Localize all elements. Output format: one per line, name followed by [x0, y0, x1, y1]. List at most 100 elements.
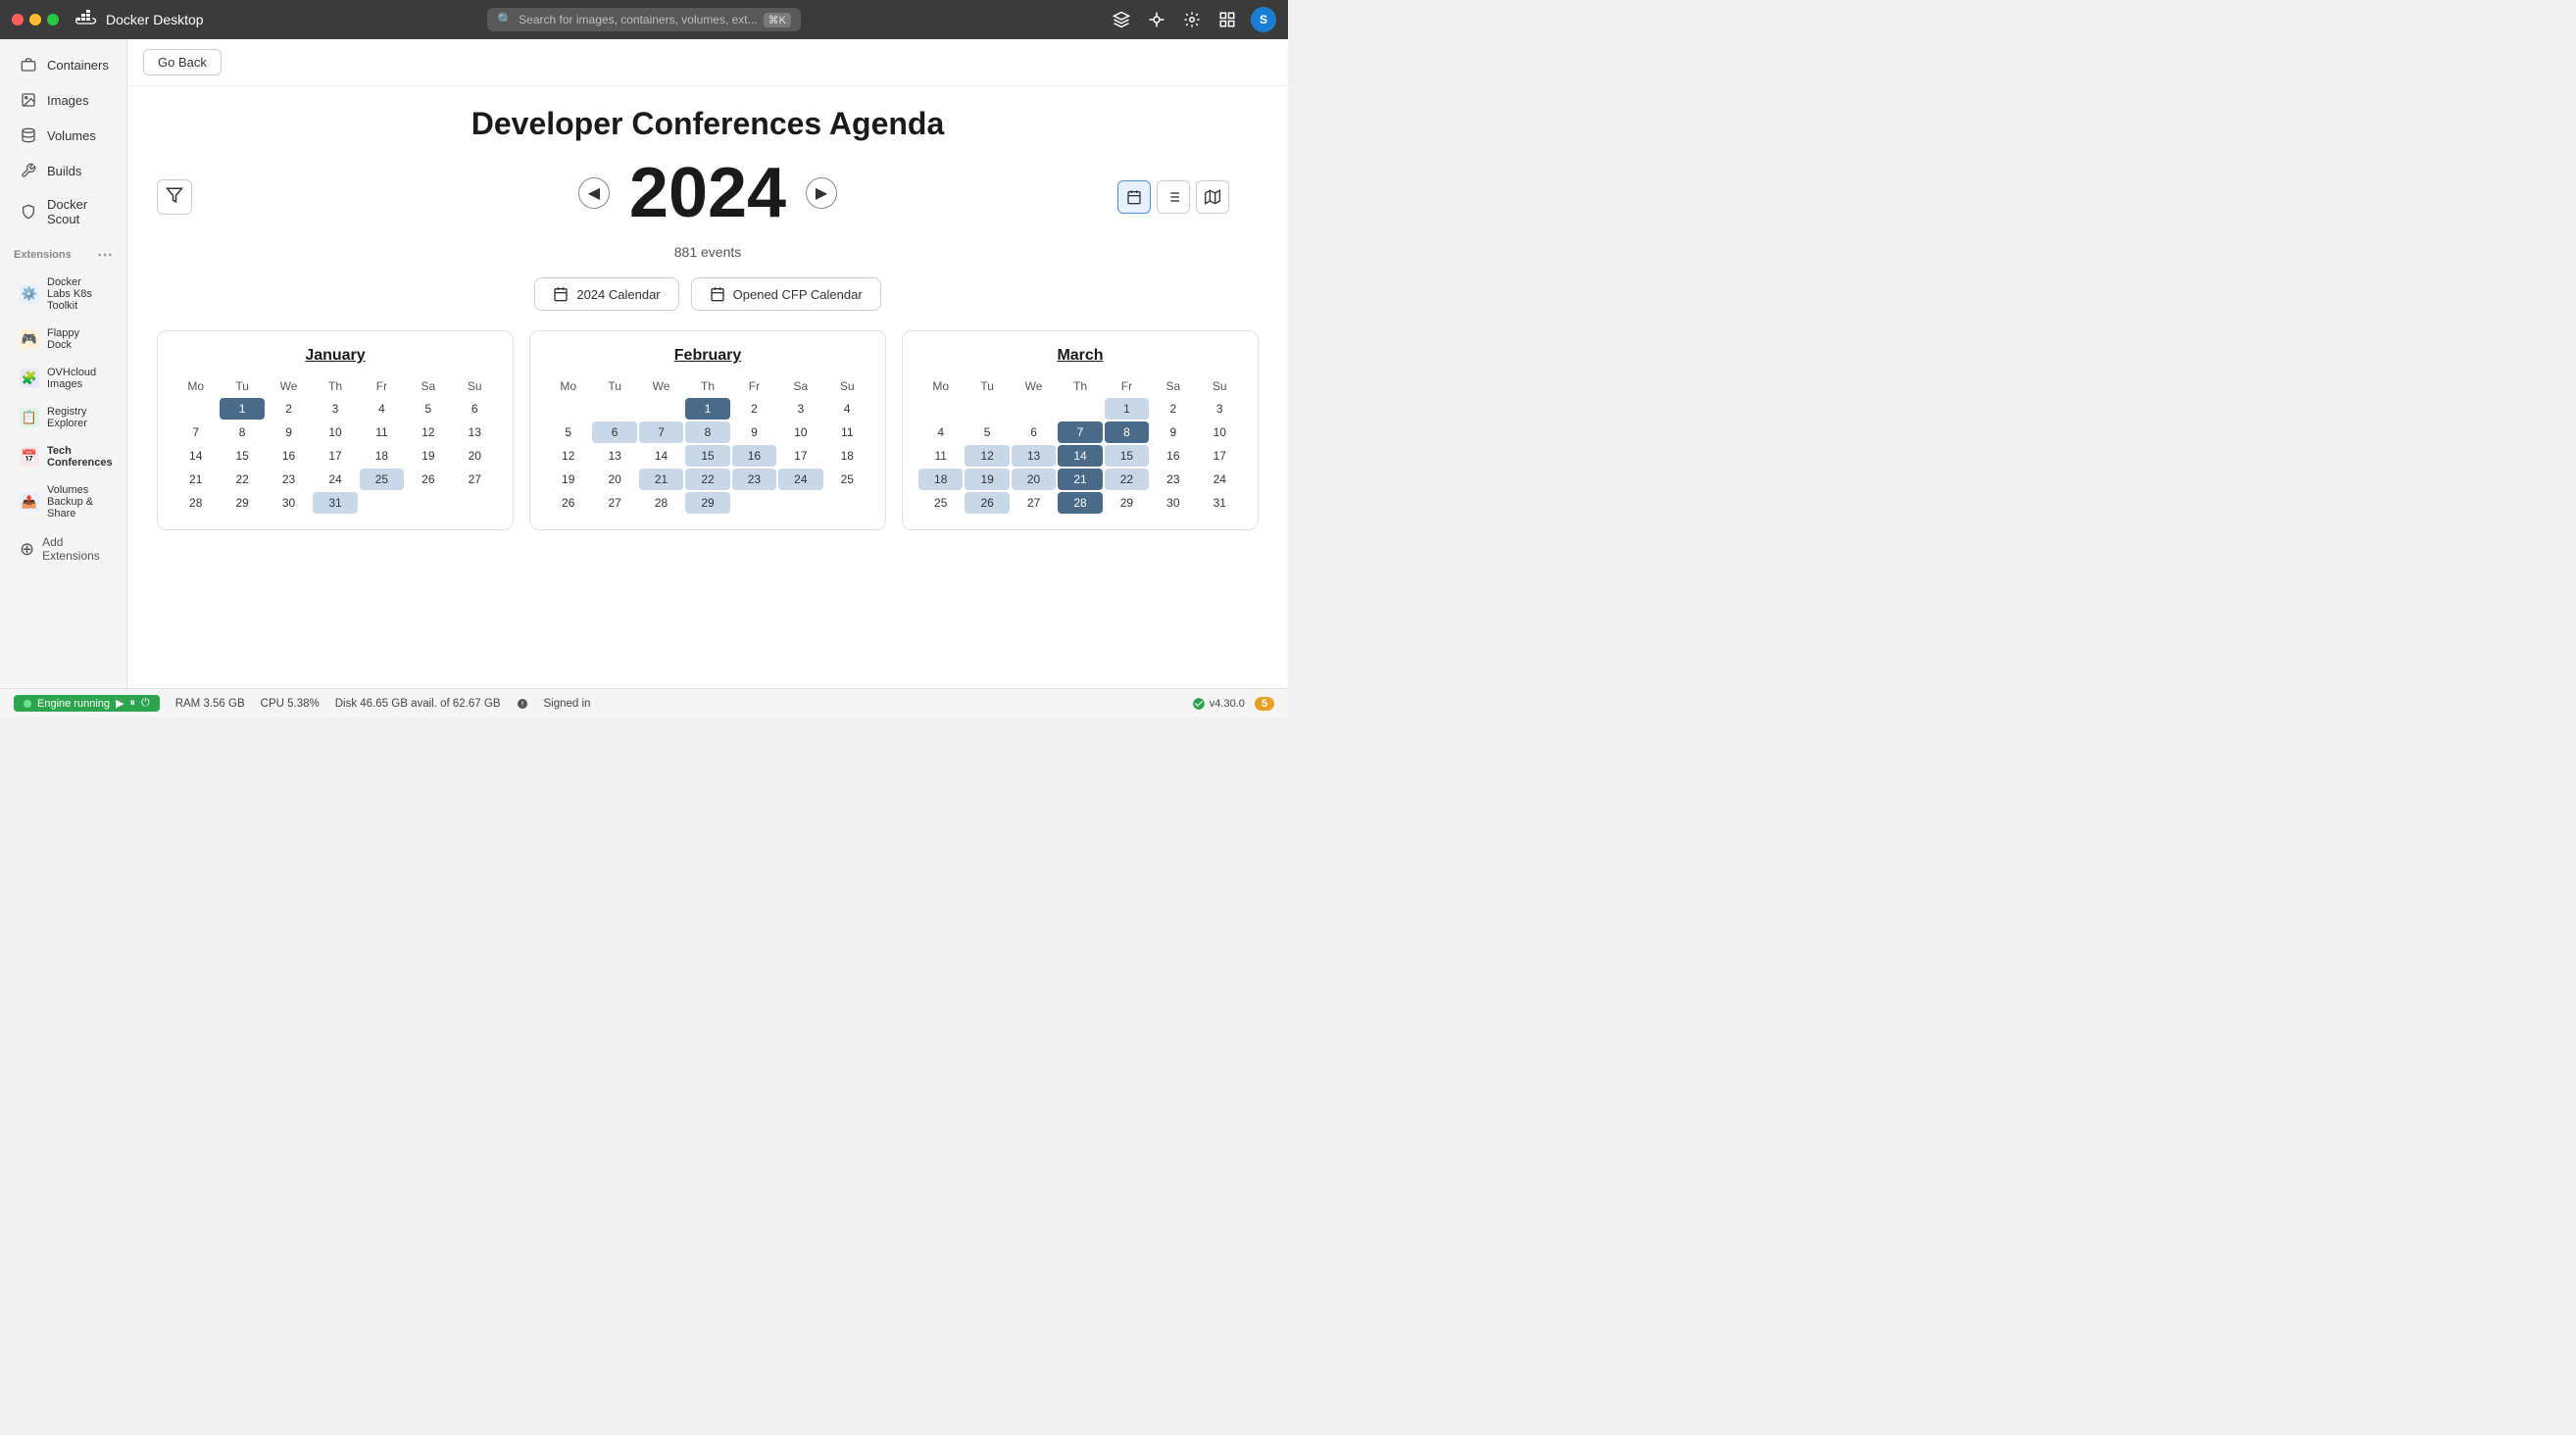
add-extensions-item[interactable]: ⊕ Add Extensions: [6, 528, 121, 569]
year-next-button[interactable]: ▶: [806, 177, 837, 209]
cal-day[interactable]: 25: [360, 469, 404, 490]
cal-day[interactable]: 6: [453, 398, 497, 420]
cal-day[interactable]: 26: [546, 492, 590, 514]
go-back-button[interactable]: Go Back: [143, 49, 222, 75]
ext-item-k8s[interactable]: ⚙️ Docker Labs K8s Toolkit: [6, 270, 121, 319]
cal-day[interactable]: 18: [825, 445, 869, 467]
minimize-button[interactable]: [29, 14, 41, 25]
cal-day[interactable]: 29: [220, 492, 264, 514]
cal-day[interactable]: 14: [173, 445, 218, 467]
notifications-badge[interactable]: 5: [1255, 697, 1274, 711]
cal-day[interactable]: 21: [1058, 469, 1102, 490]
cal-day[interactable]: 7: [173, 421, 218, 443]
cal-day[interactable]: 27: [1012, 492, 1056, 514]
learn-icon[interactable]: [1110, 8, 1133, 31]
cal-day[interactable]: 17: [778, 445, 822, 467]
list-view-button[interactable]: [1157, 180, 1190, 214]
cal-day[interactable]: 17: [1198, 445, 1242, 467]
cal-day[interactable]: 2: [732, 398, 776, 420]
cal-day[interactable]: 15: [685, 445, 729, 467]
cal-day[interactable]: 24: [1198, 469, 1242, 490]
cal-day[interactable]: 1: [685, 398, 729, 420]
cal-day[interactable]: 13: [453, 421, 497, 443]
cal-day[interactable]: 6: [1012, 421, 1056, 443]
cal-day[interactable]: 27: [453, 469, 497, 490]
cal-day[interactable]: 19: [546, 469, 590, 490]
cal-day[interactable]: 30: [267, 492, 311, 514]
cal-day[interactable]: 29: [1105, 492, 1149, 514]
cal-day[interactable]: 27: [592, 492, 636, 514]
cal-day[interactable]: 8: [685, 421, 729, 443]
cal-day[interactable]: 21: [173, 469, 218, 490]
cal-day[interactable]: 4: [825, 398, 869, 420]
ext-item-ovh[interactable]: 🧩 OVHcloud Images: [6, 360, 121, 397]
cal-day[interactable]: 20: [592, 469, 636, 490]
maximize-button[interactable]: [47, 14, 59, 25]
sidebar-item-images[interactable]: Images: [6, 83, 121, 117]
cal-day[interactable]: 30: [1151, 492, 1195, 514]
cal-day[interactable]: 22: [685, 469, 729, 490]
cal-day[interactable]: 1: [1105, 398, 1149, 420]
cal-day[interactable]: 26: [965, 492, 1009, 514]
cal-day[interactable]: 8: [220, 421, 264, 443]
cal-day[interactable]: 15: [220, 445, 264, 467]
sidebar-item-builds[interactable]: Builds: [6, 154, 121, 187]
cal-day[interactable]: 29: [685, 492, 729, 514]
cal-day[interactable]: 3: [313, 398, 357, 420]
ext-item-registry[interactable]: 📋 Registry Explorer: [6, 399, 121, 436]
cal-day[interactable]: 11: [918, 445, 963, 467]
bug-icon[interactable]: [1145, 8, 1168, 31]
year-prev-button[interactable]: ◀: [578, 177, 610, 209]
extensions-menu-icon[interactable]: ⋯: [97, 245, 113, 265]
cal-day[interactable]: 20: [1012, 469, 1056, 490]
cal-day[interactable]: 31: [313, 492, 357, 514]
cal-day[interactable]: 13: [1012, 445, 1056, 467]
engine-status[interactable]: Engine running ▶ ⏸ ⏻: [14, 695, 160, 712]
cal-day[interactable]: 10: [1198, 421, 1242, 443]
settings-icon[interactable]: [1180, 8, 1204, 31]
cal-day[interactable]: 22: [220, 469, 264, 490]
ext-item-tech-conf[interactable]: 📅 Tech Conferences: [6, 438, 121, 475]
cal-day[interactable]: 3: [1198, 398, 1242, 420]
sidebar-item-volumes[interactable]: Volumes: [6, 119, 121, 152]
cal-day[interactable]: 16: [267, 445, 311, 467]
cal-day[interactable]: 5: [546, 421, 590, 443]
cal-day[interactable]: 10: [778, 421, 822, 443]
cal-day[interactable]: 5: [406, 398, 450, 420]
cal-day[interactable]: 12: [965, 445, 1009, 467]
map-view-button[interactable]: [1196, 180, 1229, 214]
cal-day[interactable]: 25: [918, 492, 963, 514]
cal-day[interactable]: 21: [639, 469, 683, 490]
close-button[interactable]: [12, 14, 24, 25]
cal-day[interactable]: 26: [406, 469, 450, 490]
cal-day[interactable]: 11: [360, 421, 404, 443]
cal-day[interactable]: 23: [1151, 469, 1195, 490]
cal-day[interactable]: 9: [267, 421, 311, 443]
sidebar-item-containers[interactable]: Containers: [6, 48, 121, 81]
cal-day[interactable]: 25: [825, 469, 869, 490]
cal-day[interactable]: 24: [778, 469, 822, 490]
cal-day[interactable]: 2: [267, 398, 311, 420]
calendar-view-button[interactable]: [1117, 180, 1151, 214]
search-bar[interactable]: 🔍 Search for images, containers, volumes…: [487, 8, 801, 31]
cfp-button[interactable]: Opened CFP Calendar: [691, 277, 881, 311]
ext-item-volumes-backup[interactable]: 📤 Volumes Backup & Share: [6, 477, 121, 526]
cal-day[interactable]: 3: [778, 398, 822, 420]
cal-day[interactable]: 14: [639, 445, 683, 467]
cal-day[interactable]: 19: [965, 469, 1009, 490]
cal-day[interactable]: 9: [732, 421, 776, 443]
cal-day[interactable]: 23: [267, 469, 311, 490]
cal-day[interactable]: 1: [220, 398, 264, 420]
cal-day[interactable]: 18: [360, 445, 404, 467]
cal-day[interactable]: 14: [1058, 445, 1102, 467]
cal-day[interactable]: 11: [825, 421, 869, 443]
cal-day[interactable]: 9: [1151, 421, 1195, 443]
cal-day[interactable]: 10: [313, 421, 357, 443]
cal-day[interactable]: 16: [732, 445, 776, 467]
cal-day[interactable]: 5: [965, 421, 1009, 443]
cal-day[interactable]: 7: [639, 421, 683, 443]
cal-day[interactable]: 15: [1105, 445, 1149, 467]
cal-day[interactable]: 13: [592, 445, 636, 467]
cal-day[interactable]: 23: [732, 469, 776, 490]
cal-day[interactable]: 7: [1058, 421, 1102, 443]
